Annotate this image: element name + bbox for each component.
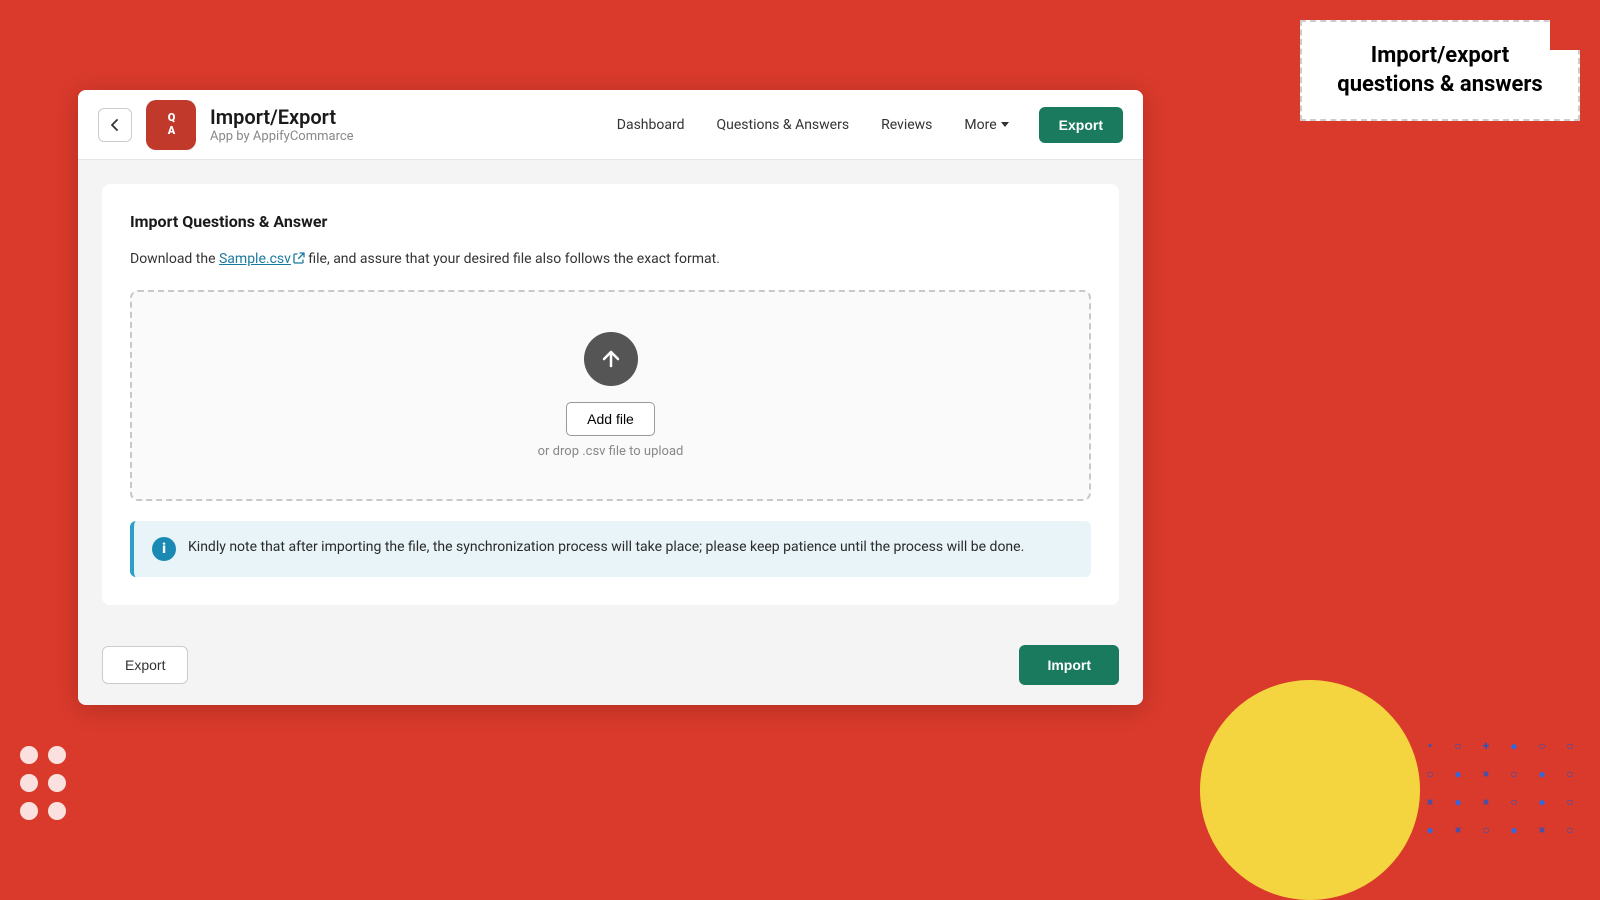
nav-questions-answers[interactable]: Questions & Answers [702,109,863,141]
footer-export-button[interactable]: Export [102,646,188,684]
import-card: Import Questions & Answer Download the S… [102,184,1119,605]
header-export-button[interactable]: Export [1039,107,1123,143]
sample-description: Download the Sample.csv file, and assure… [130,249,1091,270]
section-title: Import Questions & Answer [130,212,1091,231]
import-button[interactable]: Import [1019,645,1119,685]
app-window: Q A Import/Export App by AppifyCommarce … [78,90,1143,705]
app-title-block: Import/Export App by AppifyCommarce [210,105,603,144]
chevron-down-icon [1001,122,1009,127]
add-file-button[interactable]: Add file [566,402,655,436]
file-upload-area[interactable]: Add file or drop .csv file to upload [130,290,1091,501]
upload-icon [584,332,638,386]
external-link-icon [293,252,305,264]
back-button[interactable] [98,108,132,142]
app-subtitle: App by AppifyCommarce [210,129,603,144]
decorative-dots-right: • ○ + ● ○ ○ ○ ● × ○ ● ○ × ● × ○ ● ○ ● × … [1420,736,1580,840]
info-icon: i [152,537,176,561]
app-content: Import Questions & Answer Download the S… [78,160,1143,605]
decorative-yellow-circle [1200,680,1420,900]
sample-csv-link[interactable]: Sample.csv [219,251,291,267]
decorative-dots-left [20,746,66,820]
nav-dashboard[interactable]: Dashboard [603,109,699,141]
nav-reviews[interactable]: Reviews [867,109,946,141]
nav-more[interactable]: More [950,109,1022,141]
app-logo: Q A [146,100,196,150]
app-header: Q A Import/Export App by AppifyCommarce … [78,90,1143,160]
tooltip-import-export: Import/export questions & answers [1300,20,1580,121]
app-footer: Export Import [78,625,1143,705]
app-title: Import/Export [210,105,603,129]
info-message-box: i Kindly note that after importing the f… [130,521,1091,577]
nav-links: Dashboard Questions & Answers Reviews Mo… [603,109,1023,141]
drop-hint: or drop .csv file to upload [538,444,684,459]
info-text: Kindly note that after importing the fil… [188,537,1024,558]
